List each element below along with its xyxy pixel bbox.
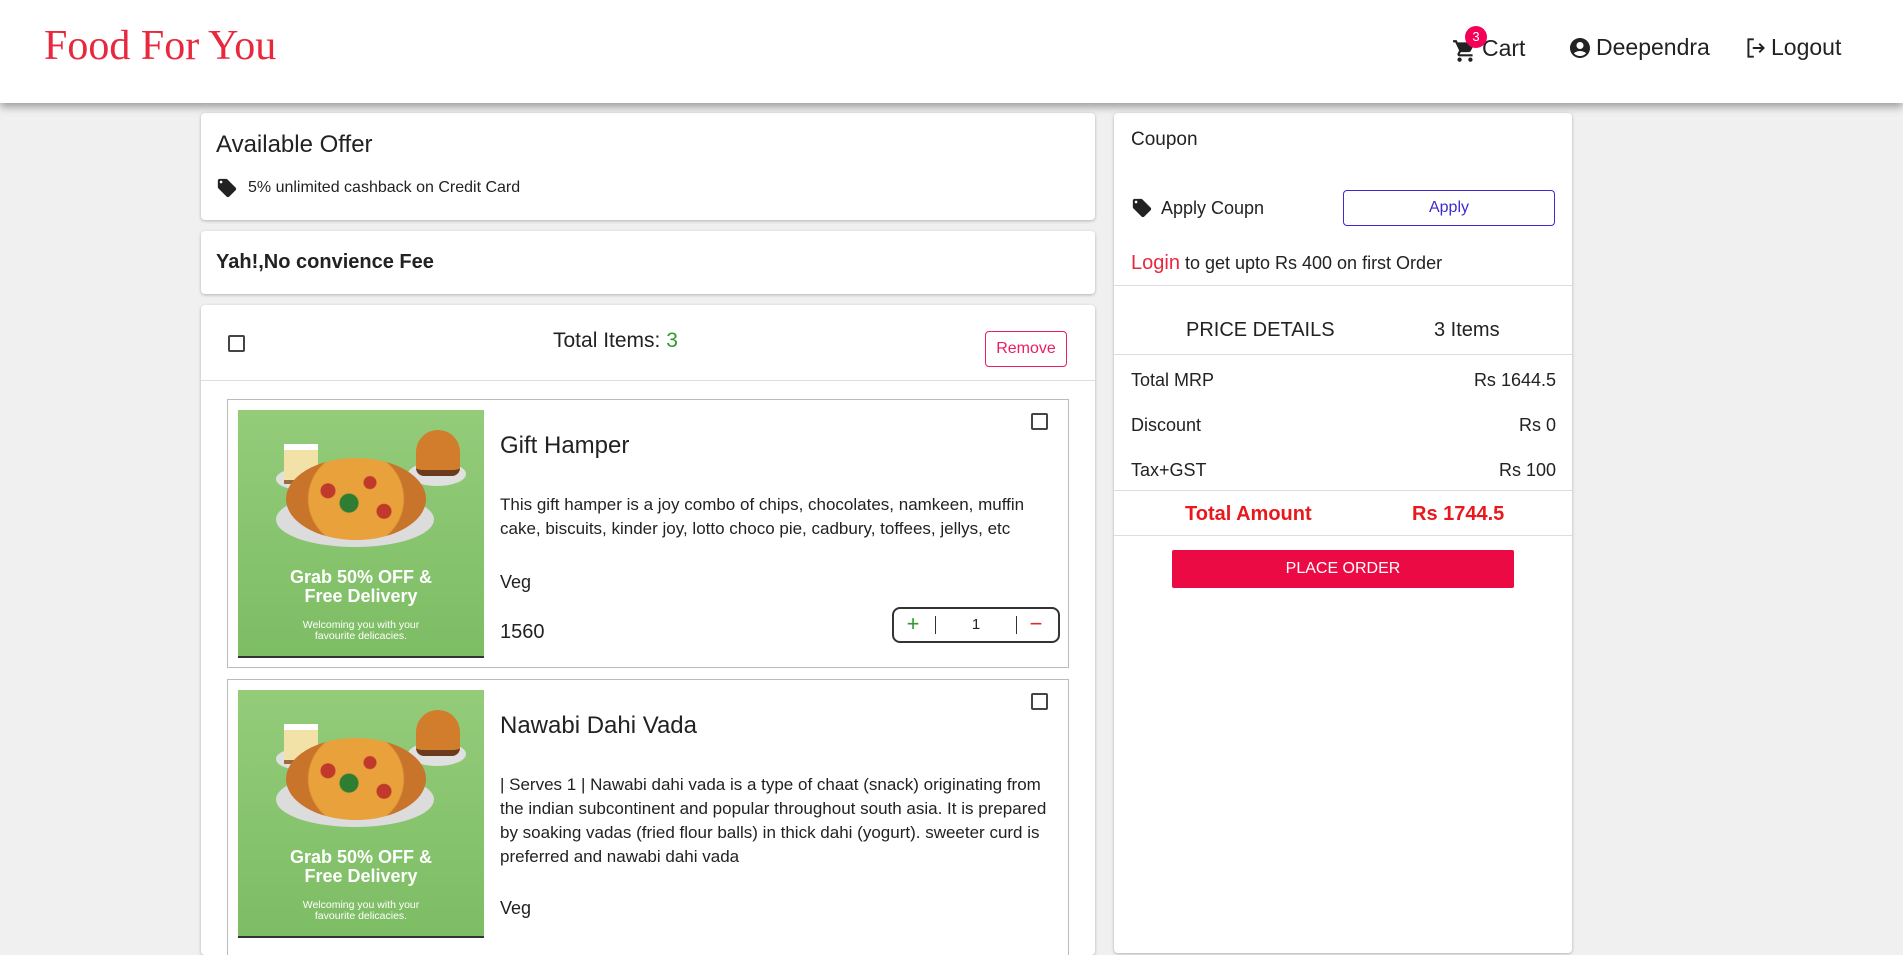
decrease-quantity-button[interactable]: − — [1024, 611, 1048, 637]
items-header: Total Items: 3 Remove — [201, 305, 1095, 381]
cart-label: Cart — [1482, 34, 1526, 61]
brand-logo[interactable]: Food For You — [44, 22, 276, 70]
total-amount-value: Rs 1744.5 — [1412, 503, 1505, 525]
logout-icon — [1747, 37, 1765, 58]
user-menu[interactable]: Deependra — [1568, 34, 1710, 61]
coupon-title: Coupon — [1131, 129, 1198, 150]
cart-icon-wrap: 3 — [1452, 26, 1487, 62]
tax-label: Tax+GST — [1131, 460, 1207, 480]
stepper-divider — [935, 616, 936, 634]
offer-item: 5% unlimited cashback on Credit Card — [216, 177, 520, 199]
item-type: Veg — [500, 572, 532, 592]
offer-text: 5% unlimited cashback on Credit Card — [248, 179, 521, 196]
apply-coupon-text: Apply Coupn — [1161, 197, 1265, 218]
quantity-value: 1 — [971, 616, 981, 633]
promo-title-line2: Free Delivery — [304, 866, 418, 886]
total-items: Total Items: 3 — [553, 329, 678, 353]
item-title: Gift Hamper — [500, 432, 630, 459]
tag-icon — [1132, 198, 1152, 218]
offer-title: Available Offer — [216, 131, 373, 158]
tax-value: Rs 100 — [1498, 460, 1556, 480]
remove-button[interactable]: Remove — [985, 331, 1067, 367]
increase-quantity-button[interactable]: + — [902, 611, 924, 637]
place-order-button[interactable]: PLACE ORDER — [1172, 550, 1514, 588]
total-amount-label: Total Amount — [1185, 503, 1312, 525]
fee-text: Yah!,No convience Fee — [216, 251, 434, 273]
promo-title: Grab 50% OFF & Free Delivery — [238, 568, 484, 606]
item-description: | Serves 1 | Nawabi dahi vada is a type … — [500, 775, 1047, 866]
divider — [1114, 490, 1572, 491]
pizza — [286, 458, 426, 540]
burger — [416, 430, 460, 476]
cart-item: Grab 50% OFF & Free Delivery Welcoming y… — [227, 399, 1069, 668]
promo-title-line2: Free Delivery — [304, 586, 418, 606]
user-name: Deependra — [1596, 34, 1710, 60]
login-promo: Login to get upto Rs 400 on first Order — [1131, 252, 1442, 275]
item-checkbox[interactable] — [1031, 413, 1048, 430]
promo-title-line1: Grab 50% OFF & — [289, 567, 433, 587]
logout-link[interactable]: Logout — [1743, 34, 1841, 61]
order-summary-card: Coupon Apply Coupn Apply Login to get up… — [1114, 113, 1572, 953]
pizza — [286, 738, 426, 820]
stepper-divider — [1016, 616, 1017, 634]
total-mrp-value: Rs 1644.5 — [1473, 370, 1556, 390]
promo-sub-line2: favourite delicacies. — [314, 630, 408, 642]
item-price: 1560 — [500, 621, 545, 643]
item-title: Nawabi Dahi Vada — [500, 712, 698, 739]
promo-title-line1: Grab 50% OFF & — [289, 847, 433, 867]
cart-count-badge: 3 — [1465, 26, 1487, 48]
item-checkbox[interactable] — [1031, 693, 1048, 710]
apply-coupon-label: Apply Coupn — [1131, 197, 1264, 219]
discount-value: Rs 0 — [1518, 415, 1556, 435]
divider — [1114, 285, 1572, 286]
cart-item: Grab 50% OFF & Free Delivery Welcoming y… — [227, 679, 1069, 955]
quantity-stepper: + 1 − — [892, 607, 1060, 643]
promo-subtitle: Welcoming you with your favourite delica… — [238, 900, 484, 922]
price-details-title: PRICE DETAILS — [1186, 319, 1335, 341]
item-image: Grab 50% OFF & Free Delivery Welcoming y… — [238, 410, 484, 658]
promo-title: Grab 50% OFF & Free Delivery — [238, 848, 484, 886]
login-link[interactable]: Login — [1131, 252, 1180, 274]
divider — [1114, 354, 1572, 355]
cart-items-card: Total Items: 3 Remove Grab 50% OFF & Fre… — [201, 305, 1095, 955]
convenience-fee-card: Yah!,No convience Fee — [201, 231, 1095, 294]
tag-icon — [217, 178, 237, 198]
discount-label: Discount — [1131, 415, 1202, 435]
available-offer-card: Available Offer 5% unlimited cashback on… — [201, 113, 1095, 220]
select-all-checkbox[interactable] — [228, 335, 245, 352]
item-description: This gift hamper is a joy combo of chips… — [500, 495, 1025, 538]
item-image: Grab 50% OFF & Free Delivery Welcoming y… — [238, 690, 484, 938]
promo-sub-line2: favourite delicacies. — [314, 910, 408, 922]
item-type: Veg — [500, 898, 532, 918]
account-circle-icon — [1570, 37, 1590, 58]
logout-label: Logout — [1771, 34, 1842, 60]
total-items-label: Total Items: — [553, 329, 667, 352]
total-items-count: 3 — [666, 329, 678, 352]
login-promo-text: to get upto Rs 400 on first Order — [1179, 253, 1443, 273]
price-details-items-count: 3 Items — [1434, 319, 1500, 341]
burger — [416, 710, 460, 756]
divider — [1114, 535, 1572, 536]
promo-subtitle: Welcoming you with your favourite delica… — [238, 620, 484, 642]
total-mrp-label: Total MRP — [1131, 370, 1215, 390]
apply-coupon-button[interactable]: Apply — [1343, 190, 1555, 226]
top-navbar: Food For You 3 Cart Deependra Logout — [0, 0, 1903, 103]
cart-link[interactable]: 3 Cart — [1452, 26, 1526, 62]
